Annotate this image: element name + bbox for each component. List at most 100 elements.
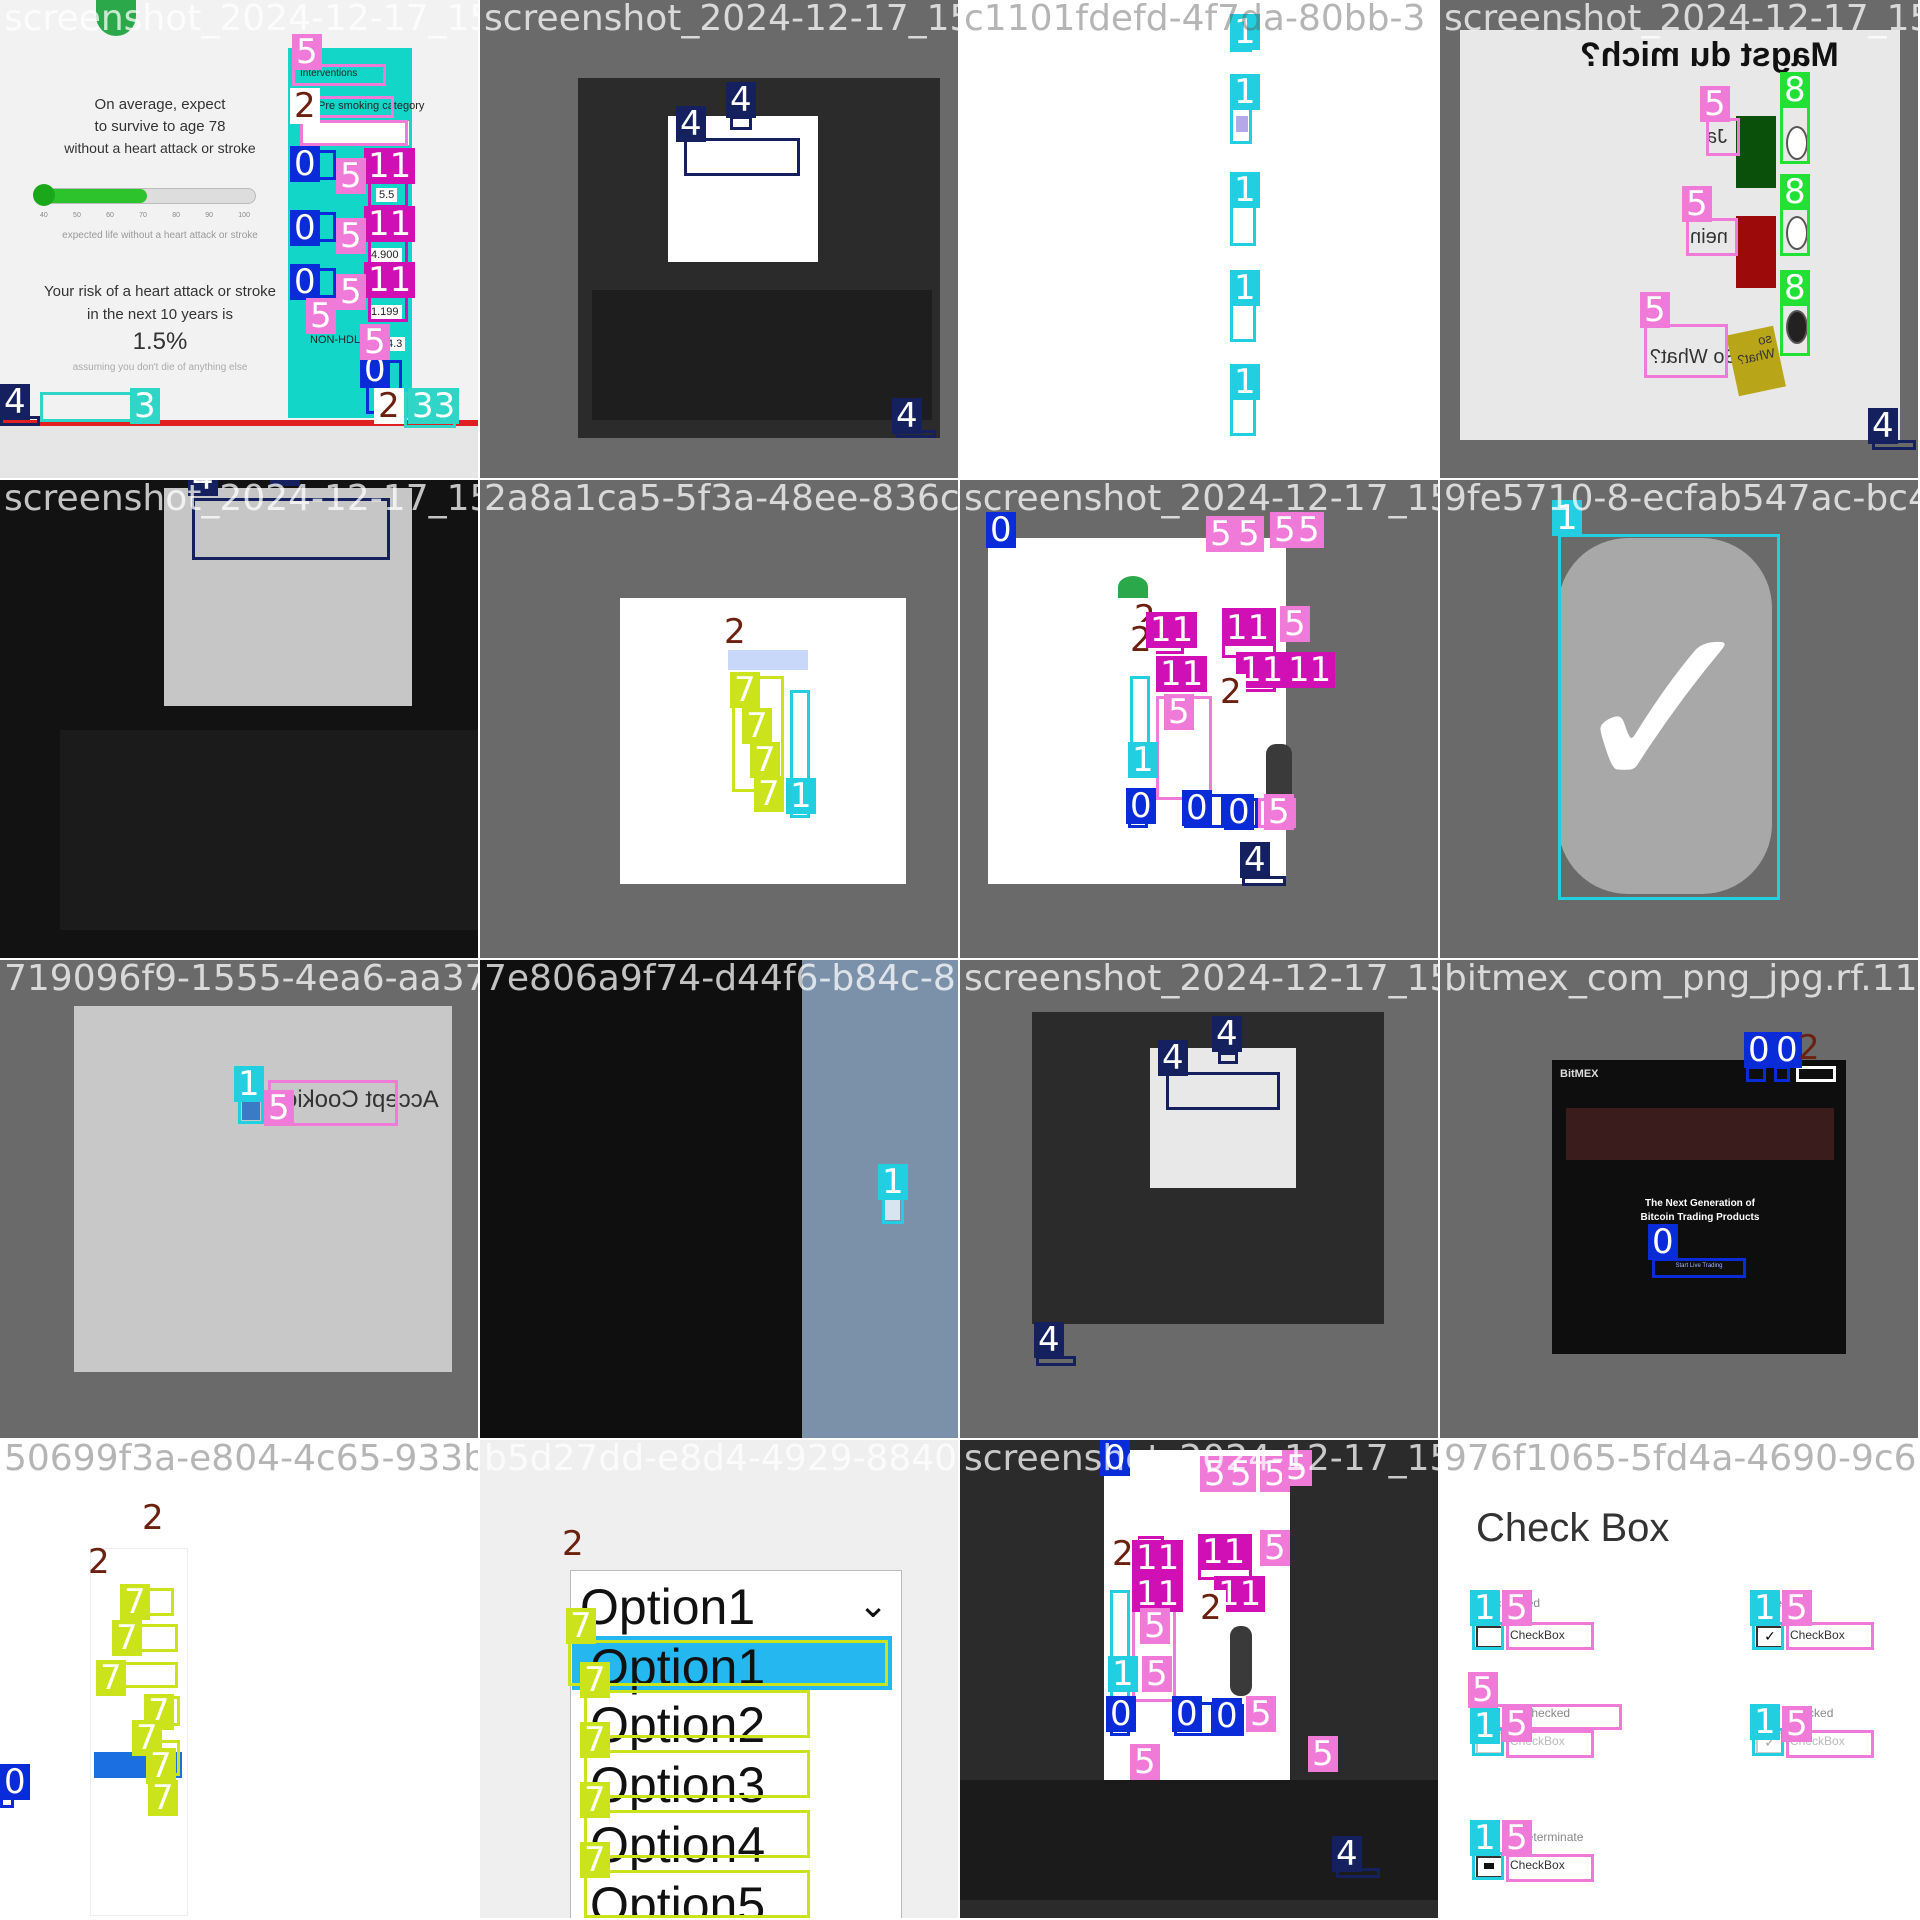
tile-bitmex: bitmex_com_png_jpg.rf.111 BitMEX The Nex… xyxy=(1440,960,1918,1438)
box-label: 5 xyxy=(1308,1736,1338,1772)
slider-ticks: 40 50 60 70 80 90 100 xyxy=(40,212,250,219)
box-label: 5 xyxy=(306,298,336,334)
box-label: 5 xyxy=(336,158,366,194)
survive-line-1: On average, expect xyxy=(94,96,226,113)
tile-web-form-ide: screenshot_2024-12-17_15- 0 5 5 5 5 2 11… xyxy=(960,1440,1438,1918)
box-class-7 xyxy=(568,1640,888,1686)
box-label: 0 xyxy=(290,146,320,182)
box-label: 4 xyxy=(676,106,706,142)
tile-css-code: 7e806a9f74-d44f6-b84c-8 1 xyxy=(480,960,958,1438)
box-label: 8 xyxy=(1780,174,1810,210)
box-class-1 xyxy=(1558,534,1780,900)
life-slider-handle[interactable] xyxy=(33,184,55,206)
box-label: 5 xyxy=(292,34,322,70)
box-label: 5 xyxy=(1234,516,1264,552)
box-label: 7 xyxy=(96,1660,126,1696)
tile-mirror-question: screenshot_2024-12-17_15- Magst du mich?… xyxy=(1440,0,1918,478)
box-label: 0 xyxy=(1172,1696,1202,1732)
chevron-down-icon[interactable]: ⌄ xyxy=(858,1584,888,1626)
box-class-7 xyxy=(584,1870,810,1918)
box-label: 5 xyxy=(1280,606,1310,642)
illustration-person xyxy=(1230,1626,1252,1696)
box-label: 2 xyxy=(374,388,404,424)
tile-title: screenshot_2024-12-17_15-47-13_png xyxy=(964,960,1438,999)
code-editor xyxy=(592,290,932,420)
box-label: 2 xyxy=(720,614,750,650)
box-label: 1 xyxy=(786,778,816,814)
box-label: 2 xyxy=(1196,1590,1226,1626)
tile-ide-dark: screenshot_2024-12-17_15-47-39_png.rf 4 … xyxy=(0,480,478,958)
tile-title: screenshot_2024-12-17_15-38-39_png.rf.29… xyxy=(4,0,478,39)
box-label: 11 xyxy=(1222,610,1274,646)
box-class-1 xyxy=(1230,204,1256,246)
tile-title: screenshot_2024-12-17_15-47-39_png.rf xyxy=(4,480,478,519)
risk-line-2: in the next 10 years is xyxy=(87,306,233,323)
tile-web-form: screenshot_2024-12-17_15- 0 5 5 5 5 2 2 … xyxy=(960,480,1438,958)
tile-title: 976f1065-5fd4a-4690-9c60- xyxy=(1444,1440,1918,1479)
box-label: 4 xyxy=(1212,1016,1242,1052)
box-class-7 xyxy=(584,1810,810,1858)
tile-heart-risk: screenshot_2024-12-17_15-38-39_png.rf.29… xyxy=(0,0,478,478)
box-label: 2 xyxy=(562,1524,584,1564)
box-class-2 xyxy=(1796,1066,1836,1082)
box-label: 0 xyxy=(290,210,320,246)
box-label: 5 xyxy=(1130,1744,1160,1780)
box-label: 0 xyxy=(0,1764,30,1800)
tile-title: 9fe5710-8-ecfab547ac-bc47-0 xyxy=(1444,480,1918,519)
tile-checkbox-column: c1101fdefd-4f7da-80bb-3 1 1 1 1 1 xyxy=(960,0,1438,478)
box-label: 5 xyxy=(1502,1820,1532,1856)
box-label: 5 xyxy=(336,274,366,310)
box-label: 2 xyxy=(1216,674,1246,710)
life-slider-fill xyxy=(39,189,147,203)
page-title: Check Box xyxy=(1476,1506,1670,1550)
box-label: 0 xyxy=(1224,794,1254,830)
tile-checkbox-demo: 976f1065-5fd4a-4690-9c60- Check Box Unch… xyxy=(1440,1440,1918,1918)
box-label: 7 xyxy=(148,1780,178,1816)
grid-divider xyxy=(958,0,960,1920)
screenshot-bg xyxy=(1460,30,1900,440)
box-label: 7 xyxy=(754,776,784,812)
tile-form-list: 50699f3a-e804-4c65-933b-7 2 2 7 7 7 7 7 … xyxy=(0,1440,478,1918)
box-label: 1 xyxy=(1750,1704,1780,1740)
tile-list-dialog: 2a8a1ca5-5f3a-48ee-836c-4 2 7 7 7 7 1 xyxy=(480,480,958,958)
box-label: 5 xyxy=(1700,86,1730,122)
screenshot-bg xyxy=(74,1006,452,1372)
life-slider-track[interactable] xyxy=(33,184,256,206)
box-label: 0 xyxy=(1106,1696,1136,1732)
box-label: 4 xyxy=(1240,842,1270,878)
box-label: 5 xyxy=(1260,1530,1290,1566)
box-label: 8 xyxy=(1780,270,1810,306)
box-label: 0 xyxy=(1126,788,1156,824)
tile-title: 50699f3a-e804-4c65-933b-7 xyxy=(4,1440,478,1479)
tick-label: 80 xyxy=(172,212,180,219)
tile-dropdown: b5d27dd-e8d4-4929-8840-2 Option1 ⌄ Optio… xyxy=(480,1440,958,1918)
box-label: 2 xyxy=(290,88,320,124)
box-label: 5 xyxy=(360,324,390,360)
tile-title: c1101fdefd-4f7da-80bb-3 xyxy=(964,0,1426,39)
tile-title: screenshot_2024-12-17_15- xyxy=(964,480,1438,519)
box-label: 0 xyxy=(1648,1224,1678,1260)
dropdown-selected[interactable]: Option1 xyxy=(580,1578,755,1636)
tile-title: 2a8a1ca5-5f3a-48ee-836c-4 xyxy=(484,480,958,519)
box-class-7 xyxy=(584,1690,810,1738)
tile-title: b5d27dd-e8d4-4929-8840-2 xyxy=(484,1440,958,1479)
box-label: 5 xyxy=(1502,1706,1532,1742)
tile-title: bitmex_com_png_jpg.rf.111 xyxy=(1444,960,1918,999)
box-label: 0 xyxy=(1212,1698,1242,1734)
box-label: 7 xyxy=(580,1782,610,1818)
box-label: 4 xyxy=(1868,408,1898,444)
box-label: 4 xyxy=(1158,1040,1188,1076)
box-label: 11 xyxy=(364,262,416,298)
tick-label: 60 xyxy=(106,212,114,219)
headline-line-2: Bitcoin Trading Products xyxy=(1640,1212,1760,1223)
box-label: 7 xyxy=(580,1662,610,1698)
box-label: 7 xyxy=(566,1608,596,1644)
tile-title: screenshot_2024-12-17_15-47-10_png.rf xyxy=(484,0,958,39)
tile-title: screenshot_2024-12-17_15- xyxy=(964,1440,1438,1479)
box-label: 5 xyxy=(336,218,366,254)
box-label: 5 xyxy=(1682,186,1712,222)
annotation-mosaic: screenshot_2024-12-17_15-38-39_png.rf.29… xyxy=(0,0,1920,1920)
box-label: 11 xyxy=(1146,612,1198,648)
tile-ide-1: screenshot_2024-12-17_15-47-10_png.rf 4 … xyxy=(480,0,958,478)
box-label: 1 xyxy=(1470,1820,1500,1856)
